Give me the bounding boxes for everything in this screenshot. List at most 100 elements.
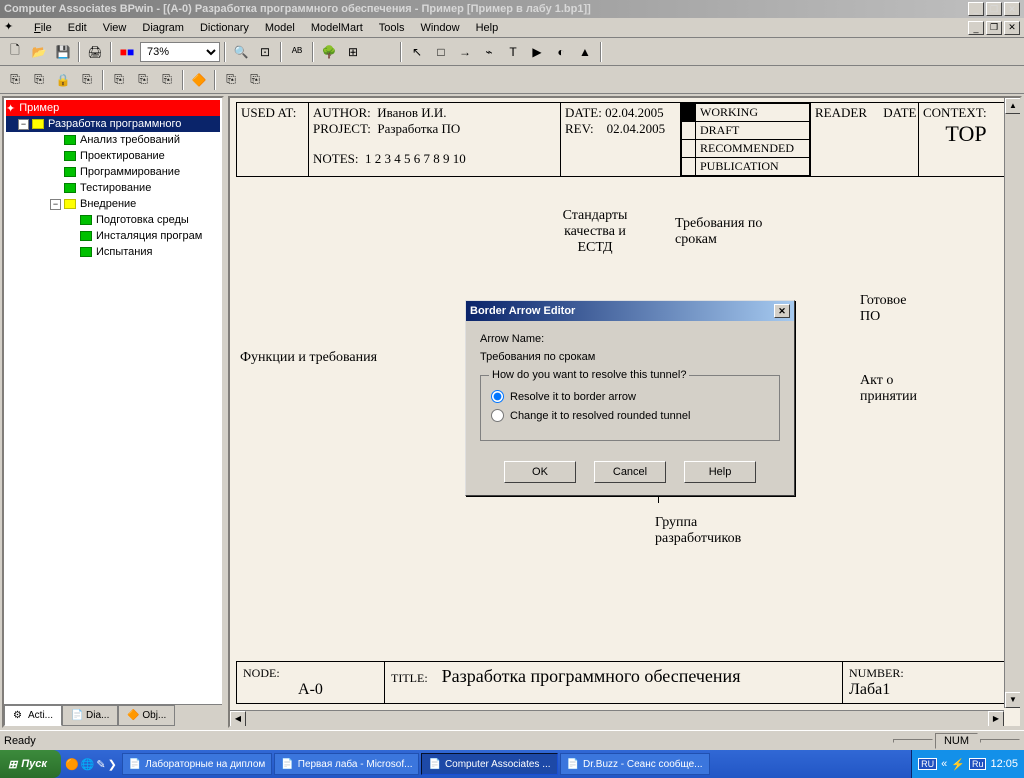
activity-icon: [80, 247, 92, 257]
open-button[interactable]: 📂: [28, 41, 50, 63]
zoom-fit-button[interactable]: ⊡: [254, 41, 276, 63]
tray-icon[interactable]: «: [941, 758, 947, 770]
used-at-cell: USED AT:: [237, 103, 309, 176]
pointer-tool[interactable]: ↖: [406, 41, 428, 63]
toolbar-modelmart: ⎘ ⎘ 🔒 ⎘ ⎘ ⎘ ⎘ 🔶 ⎘ ⎘: [0, 66, 1024, 94]
clock[interactable]: 12:05: [990, 758, 1018, 770]
maximize-button[interactable]: ❐: [986, 2, 1002, 16]
nav-up-tool[interactable]: ▲: [574, 41, 596, 63]
menu-view[interactable]: View: [95, 20, 135, 36]
box-tool[interactable]: □: [430, 41, 452, 63]
scroll-down-button[interactable]: ▼: [1005, 692, 1021, 708]
org-button[interactable]: ⊞: [342, 41, 364, 63]
label-standards[interactable]: Стандарты качества и ЕСТД: [550, 208, 640, 256]
new-button[interactable]: 🗋: [4, 41, 26, 63]
ql-icon[interactable]: ✎: [96, 758, 105, 771]
menu-edit[interactable]: Edit: [60, 20, 95, 36]
taskbar-item[interactable]: 📄Dr.Buzz - Сеанс сообще...: [560, 753, 710, 775]
cancel-button[interactable]: Cancel: [594, 461, 666, 483]
nav-down-tool[interactable]: ▶: [526, 41, 548, 63]
ql-icon[interactable]: 🟠: [65, 758, 79, 771]
mm-btn4[interactable]: ⎘: [76, 69, 98, 91]
mm-btn1[interactable]: ⎘: [4, 69, 26, 91]
activity-icon: [64, 199, 76, 209]
dialog-titlebar[interactable]: Border Arrow Editor ✕: [466, 301, 794, 321]
text-tool[interactable]: T: [502, 41, 524, 63]
mdi-restore-button[interactable]: ❐: [986, 21, 1002, 35]
tree-root[interactable]: ✦Пример: [6, 100, 220, 116]
menu-tools[interactable]: Tools: [371, 20, 413, 36]
mdi-minimize-button[interactable]: _: [968, 21, 984, 35]
menu-model[interactable]: Model: [257, 20, 303, 36]
squiggle-tool[interactable]: ⌁: [478, 41, 500, 63]
vertical-scrollbar[interactable]: ▲ ▼: [1004, 98, 1020, 708]
tree-item[interactable]: Испытания: [6, 244, 220, 260]
scroll-up-button[interactable]: ▲: [1005, 98, 1021, 114]
scroll-right-button[interactable]: ▶: [988, 711, 1004, 727]
menu-help[interactable]: Help: [468, 20, 507, 36]
expander-icon[interactable]: −: [50, 199, 61, 210]
activity-icon: [32, 119, 44, 129]
dialog-close-button[interactable]: ✕: [774, 304, 790, 318]
radio-border-arrow[interactable]: Resolve it to border arrow: [491, 390, 769, 403]
label-dev-group[interactable]: Группа разработчиков: [655, 515, 765, 547]
label-requirements-time[interactable]: Требования по срокам: [675, 216, 785, 248]
tree-button[interactable]: 🌳: [318, 41, 340, 63]
tunnel-tool[interactable]: ◐: [550, 41, 572, 63]
minimize-button[interactable]: _: [968, 2, 984, 16]
lang-indicator[interactable]: RU: [918, 758, 937, 770]
taskbar-item[interactable]: 📄Лабораторные на диплом: [122, 753, 273, 775]
tree-item-main[interactable]: − Разработка программного: [6, 116, 220, 132]
ql-icon[interactable]: ❯: [108, 758, 117, 771]
label-functions[interactable]: Функции и требования: [240, 350, 377, 366]
label-ready-sw[interactable]: Готовое ПО: [860, 293, 930, 325]
menu-diagram[interactable]: Diagram: [134, 20, 192, 36]
taskbar-item[interactable]: 📄Первая лаба - Microsof...: [274, 753, 419, 775]
mm-btn2[interactable]: ⎘: [28, 69, 50, 91]
start-button[interactable]: ⊞Пуск: [0, 750, 61, 778]
mm-btn10[interactable]: ⎘: [244, 69, 266, 91]
tab-diagrams[interactable]: 📄Dia...: [62, 705, 118, 726]
zoom-select[interactable]: 73%: [140, 42, 220, 62]
tree-item[interactable]: Анализ требований: [6, 132, 220, 148]
tree-item[interactable]: Тестирование: [6, 180, 220, 196]
tree-item[interactable]: Проектирование: [6, 148, 220, 164]
menu-window[interactable]: Window: [412, 20, 467, 36]
help-button[interactable]: Help: [684, 461, 756, 483]
mm-btn9[interactable]: ⎘: [220, 69, 242, 91]
label-act[interactable]: Акт о принятии: [860, 373, 940, 405]
arrow-tool[interactable]: →: [454, 41, 476, 63]
tab-activities[interactable]: ⚙Acti...: [4, 705, 62, 726]
expander-icon[interactable]: −: [18, 119, 29, 130]
mdi-close-button[interactable]: ✕: [1004, 21, 1020, 35]
zoom-in-button[interactable]: 🔍: [230, 41, 252, 63]
menu-dictionary[interactable]: Dictionary: [192, 20, 257, 36]
close-button[interactable]: ✕: [1004, 2, 1020, 16]
system-tray: RU « ⚡ Ru 12:05: [911, 750, 1024, 778]
spell-button[interactable]: ᴬᴮ: [286, 41, 308, 63]
mm-btn6[interactable]: ⎘: [132, 69, 154, 91]
palette-button[interactable]: ■■: [116, 41, 138, 63]
save-button[interactable]: 💾: [52, 41, 74, 63]
ql-icon[interactable]: 🌐: [81, 758, 95, 771]
tree-item[interactable]: Программирование: [6, 164, 220, 180]
horizontal-scrollbar[interactable]: ◀ ▶: [230, 710, 1004, 726]
menu-modelmart[interactable]: ModelMart: [303, 20, 371, 36]
mm-btn8[interactable]: 🔶: [188, 69, 210, 91]
activity-icon: [64, 135, 76, 145]
radio-rounded-tunnel[interactable]: Change it to resolved rounded tunnel: [491, 409, 769, 422]
mm-lock[interactable]: 🔒: [52, 69, 74, 91]
tab-objects[interactable]: 🔶Obj...: [118, 705, 175, 726]
tree-item[interactable]: −Внедрение: [6, 196, 220, 212]
mm-btn5[interactable]: ⎘: [108, 69, 130, 91]
lang-indicator-2[interactable]: Ru: [969, 758, 987, 770]
tray-icon[interactable]: ⚡: [951, 758, 965, 771]
tree-item[interactable]: Подготовка среды: [6, 212, 220, 228]
taskbar-item[interactable]: 📄Computer Associates ...: [421, 753, 557, 775]
ok-button[interactable]: OK: [504, 461, 576, 483]
scroll-left-button[interactable]: ◀: [230, 711, 246, 727]
mm-btn7[interactable]: ⎘: [156, 69, 178, 91]
menu-file[interactable]: File: [26, 20, 60, 36]
tree-item[interactable]: Инсталяция програм: [6, 228, 220, 244]
print-button[interactable]: 🖨: [84, 41, 106, 63]
